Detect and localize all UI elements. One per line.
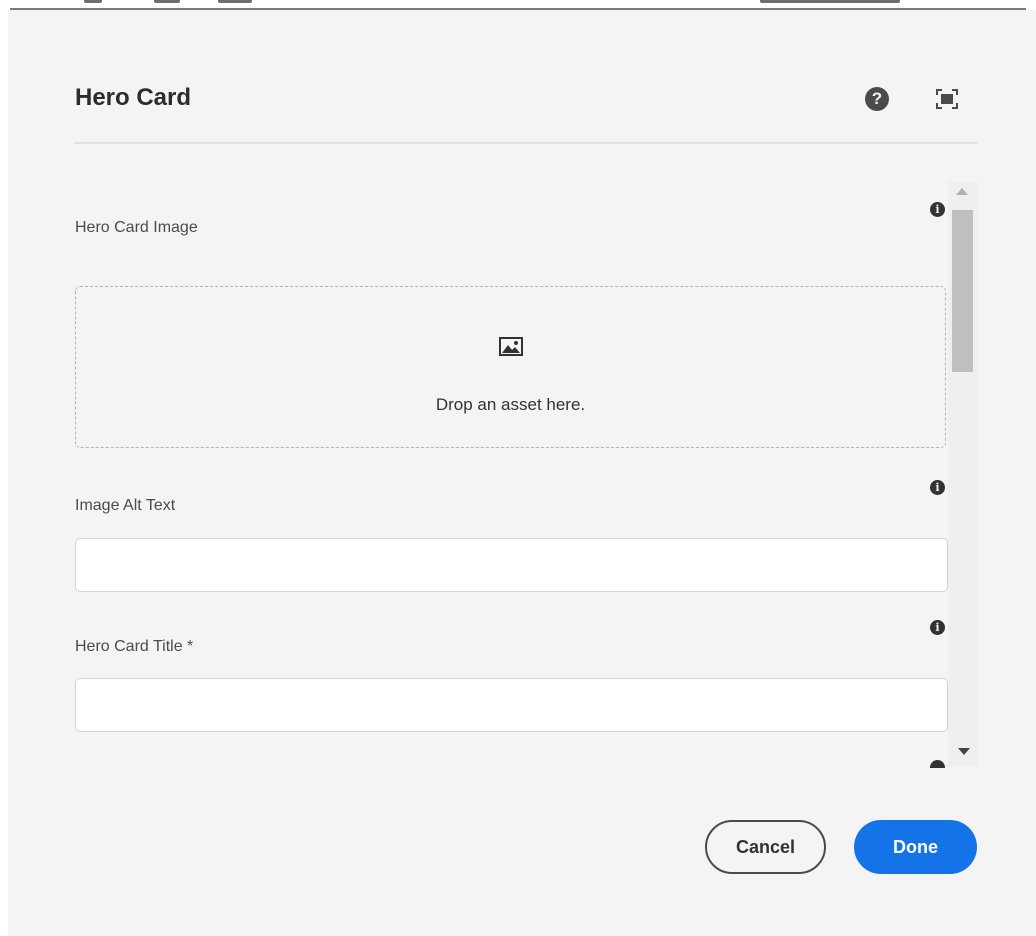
fullscreen-icon bbox=[936, 89, 958, 109]
info-icon bbox=[930, 760, 945, 768]
image-alt-text-label: Image Alt Text bbox=[75, 497, 176, 514]
background-fragment bbox=[760, 0, 900, 3]
dialog-content: i Hero Card Image Drop an asset here. i … bbox=[75, 172, 977, 767]
scroll-thumb[interactable] bbox=[952, 210, 973, 372]
help-button[interactable]: ? bbox=[862, 84, 892, 114]
dropzone-text: Drop an asset here. bbox=[435, 395, 586, 414]
info-icon[interactable]: i bbox=[930, 620, 945, 635]
hero-card-image-label: Hero Card Image bbox=[75, 219, 198, 236]
dialog-title: Hero Card bbox=[75, 84, 192, 111]
dialog-header: Hero Card ? bbox=[75, 78, 977, 144]
info-icon[interactable]: i bbox=[930, 202, 945, 217]
image-alt-text-input[interactable] bbox=[75, 538, 948, 592]
background-page-edge bbox=[0, 0, 1036, 10]
scroll-up-arrow-icon[interactable] bbox=[956, 188, 968, 195]
fullscreen-button[interactable] bbox=[932, 84, 962, 114]
content-scrollbar[interactable] bbox=[948, 182, 977, 767]
background-fragment bbox=[84, 0, 102, 3]
asset-dropzone[interactable]: Drop an asset here. bbox=[75, 286, 946, 448]
background-fragment bbox=[218, 0, 252, 3]
image-icon bbox=[499, 337, 523, 356]
info-icon[interactable]: i bbox=[930, 480, 945, 495]
background-fragment bbox=[154, 0, 180, 3]
hero-card-dialog: Hero Card ? i Hero Card Image Drop an as… bbox=[8, 10, 1036, 936]
help-icon: ? bbox=[865, 87, 889, 111]
done-button[interactable]: Done bbox=[854, 820, 977, 874]
cancel-button[interactable]: Cancel bbox=[705, 820, 826, 874]
scroll-down-arrow-icon[interactable] bbox=[958, 748, 970, 755]
hero-card-title-input[interactable] bbox=[75, 678, 948, 732]
hero-card-title-label: Hero Card Title * bbox=[75, 638, 194, 655]
